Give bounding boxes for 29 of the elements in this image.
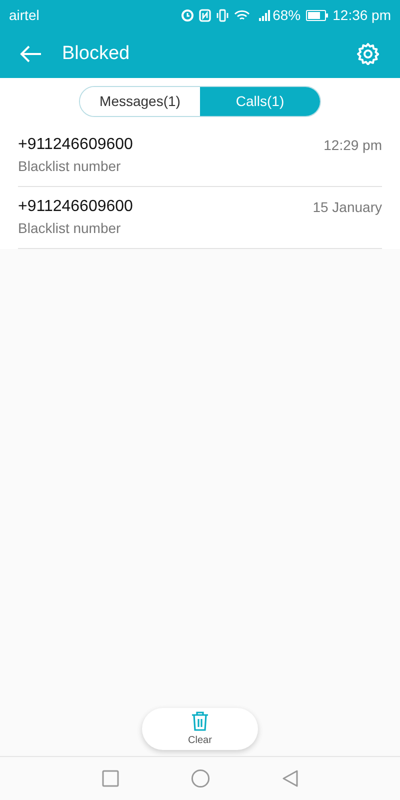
wifi-icon: [234, 8, 250, 22]
trash-icon: [191, 710, 209, 730]
call-time: 12:29 pm: [324, 136, 382, 155]
home-button[interactable]: [191, 769, 210, 788]
alarm-icon: [180, 8, 194, 22]
carrier-name: airtel: [9, 6, 40, 24]
call-row[interactable]: +911246609600 Blacklist number 12:29 pm: [18, 125, 382, 187]
back-arrow-icon: [20, 45, 42, 63]
back-button[interactable]: [20, 43, 42, 65]
call-time: 15 January: [312, 198, 382, 217]
square-icon: [102, 770, 119, 787]
settings-button[interactable]: [356, 42, 380, 66]
call-label: Blacklist number: [18, 157, 122, 176]
battery-percent: 68%: [272, 6, 301, 24]
signal-icon: [258, 9, 272, 21]
status-time: 12:36 pm: [332, 6, 391, 25]
battery-icon: [306, 10, 328, 20]
circle-icon: [191, 769, 210, 788]
recents-button[interactable]: [102, 770, 119, 787]
vibrate-icon: [216, 8, 229, 22]
screen-title: Blocked: [62, 42, 130, 66]
settings-icon: [357, 43, 379, 65]
phone-number: +911246609600: [18, 135, 133, 155]
nav-back-button[interactable]: [282, 770, 298, 787]
nfc-icon: [198, 8, 211, 22]
phone-number: +911246609600: [18, 197, 133, 217]
call-label: Blacklist number: [18, 219, 122, 238]
triangle-icon: [282, 770, 298, 787]
clear-button[interactable]: Clear: [142, 708, 258, 750]
